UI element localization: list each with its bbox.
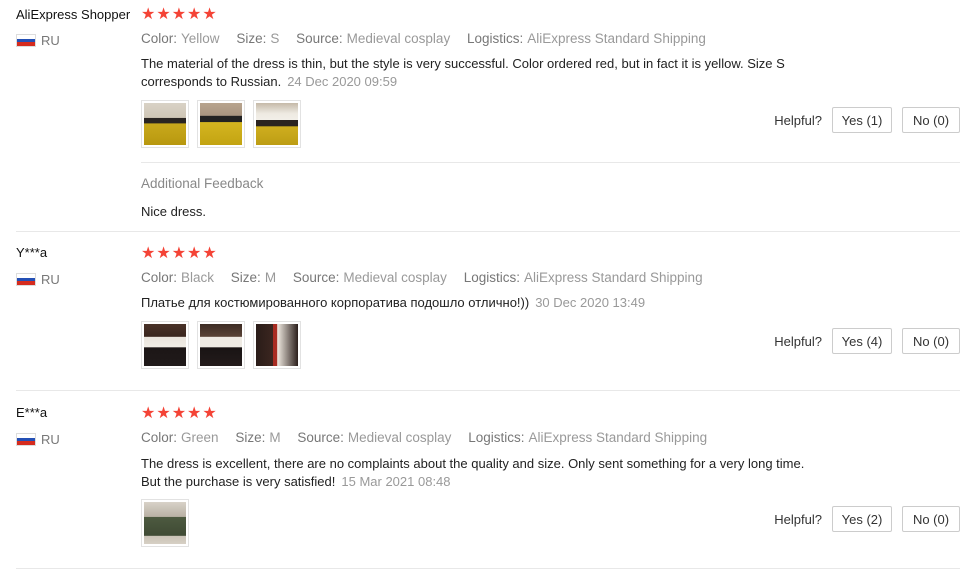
- source-label: Source:: [296, 31, 343, 46]
- review-body: Платье для костюмированного корпоратива …: [141, 295, 530, 310]
- helpful-yes-button[interactable]: Yes (4): [832, 328, 892, 354]
- review-body-line: But the purchase is very satisfied!: [141, 474, 336, 489]
- size-value: M: [269, 430, 281, 445]
- color-value: Green: [181, 430, 219, 445]
- reviewer-country: RU: [16, 33, 60, 48]
- helpful-no-button[interactable]: No (0): [902, 328, 960, 354]
- color-label: Color:: [141, 270, 178, 285]
- review-photo[interactable]: [253, 100, 301, 148]
- review-text: Платье для костюмированного корпоратива …: [141, 294, 841, 312]
- order-info: Color: Green Size: M Source: Medieval cospl…: [141, 430, 720, 445]
- size-label: Size:: [230, 270, 261, 285]
- additional-feedback-text: Nice dress.: [141, 204, 207, 219]
- review-photos: [141, 321, 301, 369]
- size-label: Size:: [235, 430, 266, 445]
- size-value: M: [264, 270, 277, 285]
- helpful-label: Helpful?: [774, 112, 822, 128]
- country-code: RU: [41, 432, 60, 447]
- logistics-value: AliExpress Standard Shipping: [528, 430, 708, 445]
- review-text: The dress is excellent, there are no com…: [141, 455, 901, 491]
- russia-flag-icon: [16, 34, 36, 47]
- helpful-label: Helpful?: [774, 511, 822, 527]
- helpful-no-button[interactable]: No (0): [902, 506, 960, 532]
- review-photo[interactable]: [141, 100, 189, 148]
- logistics-label: Logistics:: [468, 430, 525, 445]
- logistics-label: Logistics:: [463, 270, 520, 285]
- logistics-label: Logistics:: [466, 31, 524, 46]
- review-photo[interactable]: [141, 499, 189, 547]
- source-value: Medieval cosplay: [346, 31, 451, 46]
- helpful-vote: Helpful? Yes (4) No (0): [774, 328, 960, 354]
- logistics-value: AliExpress Standard Shipping: [523, 270, 703, 285]
- color-value: Black: [181, 270, 215, 285]
- review-body: The material of the dress is thin, but t…: [141, 56, 785, 89]
- country-code: RU: [41, 272, 60, 287]
- review-date: 15 Mar 2021 08:48: [341, 474, 451, 489]
- review-photos: [141, 499, 189, 547]
- reviewer-country: RU: [16, 432, 60, 447]
- review-text: The material of the dress is thin, but t…: [141, 55, 841, 91]
- reviewer-country: RU: [16, 272, 60, 287]
- country-code: RU: [41, 33, 60, 48]
- rating-stars-icon: ★★★★★: [141, 245, 218, 262]
- review-photo[interactable]: [197, 100, 245, 148]
- helpful-vote: Helpful? Yes (1) No (0): [774, 107, 960, 133]
- review-photo[interactable]: [141, 321, 189, 369]
- order-info: Color: Yellow Size: S Source: Medieval cosp…: [141, 31, 719, 46]
- helpful-label: Helpful?: [774, 333, 822, 349]
- review-date: 24 Dec 2020 09:59: [287, 74, 398, 89]
- divider: [141, 162, 960, 163]
- review-photo[interactable]: [253, 321, 301, 369]
- review-divider: [16, 231, 960, 232]
- russia-flag-icon: [16, 433, 36, 446]
- size-label: Size:: [236, 31, 267, 46]
- color-label: Color:: [141, 31, 178, 46]
- helpful-yes-button[interactable]: Yes (1): [832, 107, 892, 133]
- helpful-no-button[interactable]: No (0): [902, 107, 960, 133]
- helpful-vote: Helpful? Yes (2) No (0): [774, 506, 960, 532]
- color-value: Yellow: [181, 31, 220, 46]
- source-value: Medieval cosplay: [347, 430, 452, 445]
- source-label: Source:: [297, 430, 344, 445]
- reviewer-name: AliExpress Shopper: [16, 7, 131, 22]
- size-value: S: [270, 31, 280, 46]
- review-divider: [16, 568, 960, 569]
- order-info: Color: Black Size: M Source: Medieval cospl…: [141, 270, 716, 285]
- rating-stars-icon: ★★★★★: [141, 405, 218, 422]
- rating-stars-icon: ★★★★★: [141, 6, 218, 23]
- helpful-yes-button[interactable]: Yes (2): [832, 506, 892, 532]
- logistics-value: AliExpress Standard Shipping: [527, 31, 706, 46]
- review-body-line: The dress is excellent, there are no com…: [141, 456, 805, 471]
- source-label: Source:: [292, 270, 340, 285]
- review-photos: [141, 100, 301, 148]
- color-label: Color:: [141, 430, 178, 445]
- reviewer-name: Y***a: [16, 245, 48, 260]
- additional-feedback-title: Additional Feedback: [141, 176, 264, 191]
- review-divider: [16, 390, 960, 391]
- review-photo[interactable]: [197, 321, 245, 369]
- review-date: 30 Dec 2020 13:49: [535, 295, 646, 310]
- source-value: Medieval cosplay: [343, 270, 447, 285]
- russia-flag-icon: [16, 273, 36, 286]
- reviewer-name: E***a: [16, 405, 48, 420]
